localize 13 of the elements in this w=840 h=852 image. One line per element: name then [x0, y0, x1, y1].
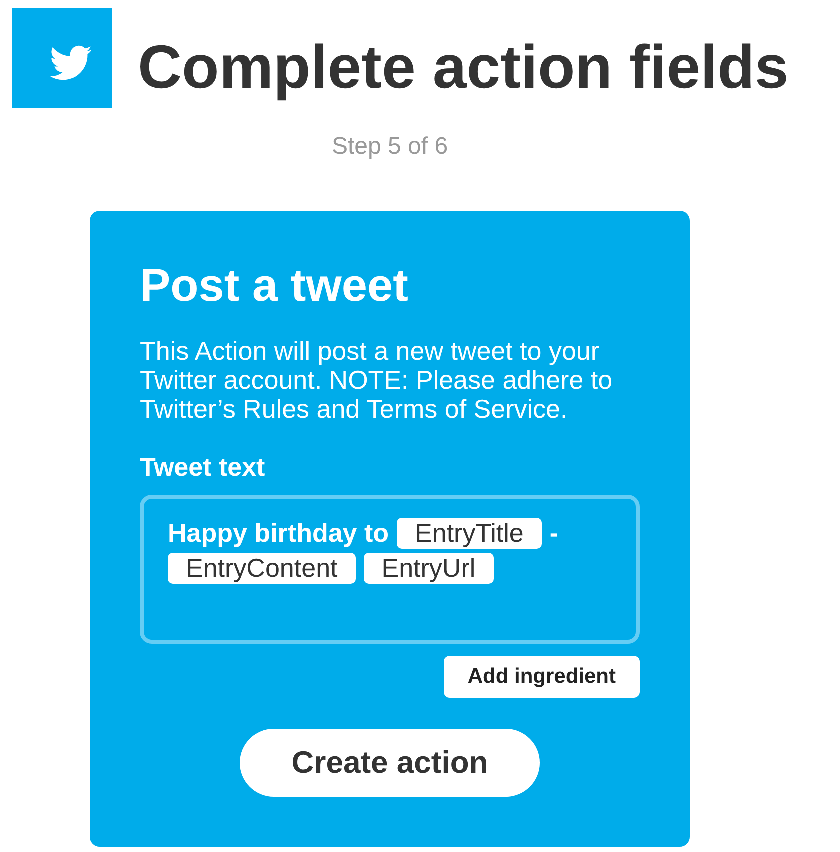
step-indicator: Step 5 of 6: [332, 133, 448, 160]
ingredient-chip: EntryUrl: [364, 553, 494, 584]
add-ingredient-button[interactable]: Add ingredient: [444, 656, 640, 698]
card-title: Post a tweet: [140, 259, 410, 312]
card-description: This Action will post a new tweet to your Twitter account. NOTE: Please adhere to Twitter’s Rules and Terms of Service.: [140, 337, 614, 424]
ingredient-chip: EntryContent: [168, 553, 356, 584]
tweet-text: -: [550, 518, 559, 549]
bird-icon: [12, 8, 112, 108]
create-action-button[interactable]: Create action: [240, 729, 540, 797]
tweet-text: Happy birthday to: [168, 518, 390, 549]
field-label: Tweet text: [140, 452, 266, 483]
ingredient-chip: EntryTitle: [397, 518, 542, 549]
tweet-text-field[interactable]: Happy birthday to EntryTitle - EntryContent EntryUrl: [140, 495, 640, 644]
